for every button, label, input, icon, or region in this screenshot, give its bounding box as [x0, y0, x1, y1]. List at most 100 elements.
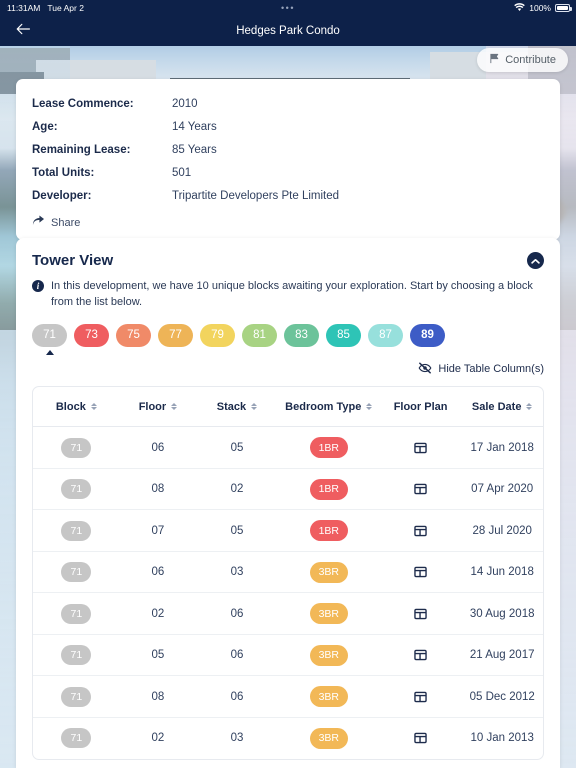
column-header-floor[interactable]: Floor: [119, 386, 197, 428]
block-pill-73[interactable]: 73: [74, 323, 109, 347]
table-row[interactable]: 71 06 03 3BR 14 Jun 2018: [33, 551, 543, 594]
cell-floor-plan[interactable]: [379, 468, 462, 511]
block-chip: 71: [61, 520, 92, 541]
block-pill-label: 85: [337, 329, 350, 342]
info-value: 14 Years: [172, 120, 217, 133]
cell-sale-date: 07 Apr 2020: [461, 468, 543, 511]
block-pill-77[interactable]: 77: [158, 323, 193, 347]
cell-bedroom-type: 3BR: [277, 551, 380, 594]
floor-plan-icon[interactable]: [380, 525, 462, 537]
flag-icon: [489, 53, 500, 67]
floor-plan-icon[interactable]: [380, 566, 462, 578]
status-bar: 11:31AM Tue Apr 2 ••• 100%: [0, 0, 576, 16]
chevron-up-icon: [531, 252, 540, 270]
block-chip: 71: [61, 645, 92, 666]
bedroom-type-badge: 3BR: [309, 603, 348, 625]
info-label: Developer:: [32, 189, 92, 202]
cell-floor: 02: [119, 592, 197, 635]
cell-floor-plan[interactable]: [379, 634, 462, 677]
column-header-label: Bedroom Type: [285, 400, 362, 413]
cell-sale-date: 10 Jan 2013: [470, 732, 534, 745]
sort-icon[interactable]: [251, 403, 258, 411]
block-pill-81[interactable]: 81: [242, 323, 277, 347]
cell-block: 71: [33, 675, 120, 718]
table-row[interactable]: 71 05 06 3BR 21 Aug 2017: [33, 634, 543, 677]
cell-floor: 08: [119, 675, 197, 718]
block-pill-79[interactable]: 79: [200, 323, 235, 347]
table-row[interactable]: 71 02 03 3BR 10 Jan 2013: [33, 717, 543, 759]
block-chip: 71: [61, 479, 92, 500]
floor-plan-icon[interactable]: [380, 483, 462, 495]
cell-floor: 07: [119, 509, 197, 552]
table-row[interactable]: 71 08 06 3BR 05 Dec 2012: [33, 675, 543, 718]
table-row: Age: 14 Years: [32, 115, 544, 138]
status-center-dots: •••: [281, 3, 295, 13]
floor-plan-icon[interactable]: [380, 442, 462, 454]
cell-sale-date: 21 Aug 2017: [461, 634, 543, 677]
share-button[interactable]: Share: [32, 215, 544, 230]
block-pill-87[interactable]: 87: [368, 323, 403, 347]
block-pill-85[interactable]: 85: [326, 323, 361, 347]
table-row[interactable]: 71 06 05 1BR 17 Jan 2018: [33, 426, 543, 469]
cell-sale-date: 30 Aug 2018: [461, 592, 543, 635]
block-pill-label: 81: [253, 329, 266, 342]
sort-icon[interactable]: [90, 403, 97, 411]
floor-plan-icon[interactable]: [380, 649, 462, 661]
cell-stack: 05: [196, 426, 278, 469]
info-value: 501: [172, 166, 192, 179]
column-header-sale-date[interactable]: Sale Date: [461, 386, 543, 428]
block-pill-83[interactable]: 83: [284, 323, 319, 347]
bedroom-type-badge: 1BR: [309, 520, 348, 542]
units-table-body: 71 06 05 1BR 17 Jan 2018 71 08 02 1BR 07 Apr 2020…: [33, 426, 543, 759]
cell-stack: 06: [196, 634, 278, 677]
property-info-table: Lease Commence: 2010 Age: 14 Years Remai…: [32, 92, 544, 207]
tower-view-header: Tower View: [32, 252, 544, 269]
floor-plan-icon[interactable]: [380, 691, 462, 703]
table-row: Lease Commence: 2010: [32, 92, 544, 115]
cell-bedroom-type: 1BR: [277, 468, 380, 511]
cell-floor-plan[interactable]: [379, 592, 462, 635]
collapse-section-button[interactable]: [527, 252, 544, 269]
column-header-block[interactable]: Block: [33, 386, 120, 428]
cell-block: 71: [33, 717, 120, 759]
table-row[interactable]: 71 07 05 1BR 28 Jul 2020: [33, 509, 543, 552]
column-header-label: Stack: [216, 400, 247, 413]
column-header-bedroom-type[interactable]: Bedroom Type: [277, 386, 380, 428]
cell-bedroom-type: 3BR: [277, 634, 380, 677]
block-pill-89[interactable]: 89: [410, 323, 445, 347]
cell-floor-plan[interactable]: [379, 551, 462, 594]
cell-bedroom-type: 1BR: [277, 426, 380, 469]
units-table-head: Block Floor Stack Bedroom Type Floor Pla…: [33, 386, 543, 428]
cell-floor-plan[interactable]: [379, 675, 462, 718]
block-pill-label: 89: [421, 329, 434, 342]
floor-plan-icon[interactable]: [380, 608, 462, 620]
cell-floor-plan[interactable]: [379, 426, 462, 469]
info-value: 2010: [172, 97, 198, 110]
cell-floor-plan[interactable]: [380, 717, 462, 759]
column-header-label: Floor Plan: [393, 400, 448, 413]
eye-slash-icon: [418, 362, 432, 377]
sort-icon[interactable]: [171, 403, 178, 411]
info-label: Total Units:: [32, 166, 95, 179]
cell-stack: 02: [196, 468, 278, 511]
block-pill-75[interactable]: 75: [116, 323, 151, 347]
column-header-stack[interactable]: Stack: [196, 386, 278, 428]
sort-icon[interactable]: [366, 403, 373, 411]
sort-icon[interactable]: [526, 403, 533, 411]
contribute-button[interactable]: Contribute: [477, 48, 568, 72]
cell-sale-date: 28 Jul 2020: [461, 509, 543, 552]
hide-table-columns-button[interactable]: Hide Table Column(s): [32, 362, 544, 377]
back-button[interactable]: [0, 16, 46, 46]
table-row[interactable]: 71 08 02 1BR 07 Apr 2020: [33, 468, 543, 511]
floor-plan-icon[interactable]: [380, 732, 462, 744]
block-pill-label: 79: [211, 329, 224, 342]
cell-block: 71: [33, 592, 120, 635]
bedroom-type-badge: 3BR: [309, 727, 348, 749]
page-title: Hedges Park Condo: [236, 25, 340, 37]
tower-view-note: i In this development, we have 10 unique…: [32, 279, 544, 311]
block-chip: 71: [61, 437, 92, 458]
cell-floor-plan[interactable]: [379, 509, 462, 552]
cell-floor: 08: [119, 468, 197, 511]
block-pill-71[interactable]: 71: [32, 323, 67, 347]
table-row[interactable]: 71 02 06 3BR 30 Aug 2018: [33, 592, 543, 635]
